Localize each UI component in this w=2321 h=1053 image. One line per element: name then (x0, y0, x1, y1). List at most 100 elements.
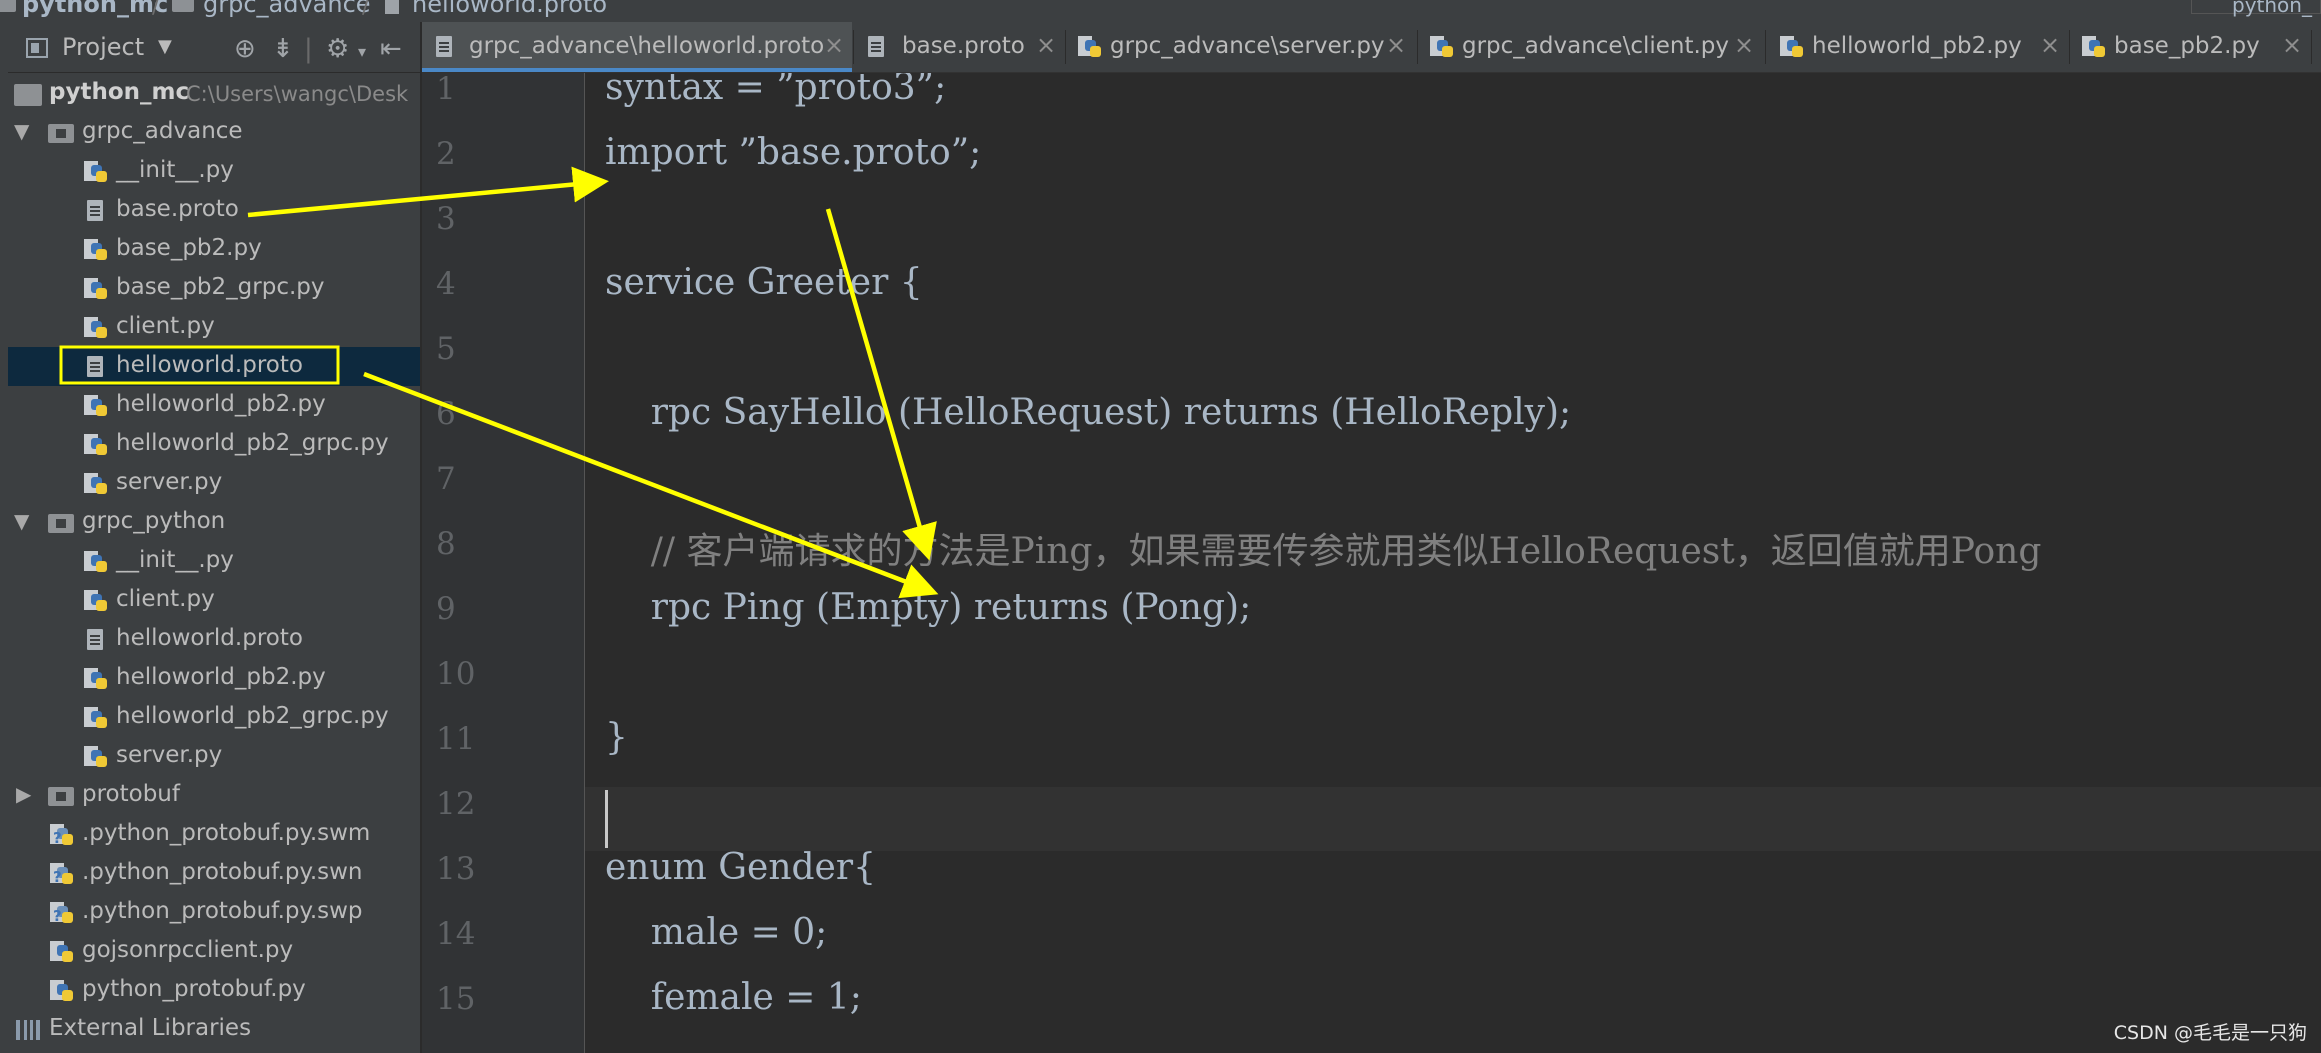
code-line[interactable]: female = 1; (605, 977, 862, 1018)
tree-item-label: base.proto (116, 196, 239, 222)
python-file-icon (1078, 36, 1102, 58)
project-icon (26, 38, 48, 58)
chevron-down-icon[interactable]: ▾ (358, 42, 366, 61)
line-number: 6 (436, 396, 456, 432)
unknown-python-file-icon: ? (50, 902, 74, 925)
tree-row-file[interactable]: __init__.py (8, 152, 420, 191)
tree-row-file[interactable]: base_pb2.py (8, 230, 420, 269)
line-number: 2 (436, 136, 456, 172)
close-icon[interactable]: × (2282, 31, 2302, 59)
breadcrumb-item[interactable]: python_mc (22, 0, 168, 18)
chevron-down-icon[interactable]: ▼ (14, 509, 29, 533)
tab-label: base_pb2.py (2114, 33, 2260, 59)
close-icon[interactable]: × (1734, 31, 1754, 59)
code-line[interactable]: enum Gender{ (605, 847, 876, 888)
tree-row-file[interactable]: client.py (8, 308, 420, 347)
python-file-icon (1780, 36, 1804, 58)
tree-row-external-libraries[interactable]: External Libraries (8, 1010, 420, 1049)
gear-icon[interactable]: ⚙ (326, 34, 349, 64)
line-number: 13 (436, 851, 476, 887)
tree-row-file[interactable]: helloworld_pb2_grpc.py (8, 698, 420, 737)
tab-base-pb2-py[interactable]: base_pb2.py × (2070, 22, 2310, 72)
tab-helloworld-proto[interactable]: grpc_advance\helloworld.proto × (422, 22, 852, 72)
line-number: 9 (436, 591, 456, 627)
project-panel-header: Project ▼ ⊕ ⇟ | ⚙ ▾ ⇤ (8, 22, 420, 73)
tree-row-file[interactable]: ? .python_protobuf.py.swp (8, 893, 420, 932)
tree-row-file[interactable]: __init__.py (8, 542, 420, 581)
breadcrumb-separator: / (152, 0, 160, 19)
code-line[interactable]: male = 0; (605, 912, 828, 953)
tree-item-label: __init__.py (116, 547, 234, 573)
tree-row-project-root[interactable]: python_mc C:\Users\wangc\Desk (8, 74, 420, 113)
line-number: 4 (436, 266, 456, 302)
code-line[interactable]: import ”base.proto”; (605, 132, 981, 173)
tree-row-file[interactable]: ? .python_protobuf.py.swm (8, 815, 420, 854)
code-line[interactable]: rpc Ping (Empty) returns (Pong); (605, 587, 1251, 628)
code-line[interactable]: } (605, 717, 628, 758)
close-icon[interactable]: × (1386, 31, 1406, 59)
breadcrumb-item[interactable]: grpc_advance (203, 0, 371, 18)
python-file-icon (1430, 36, 1454, 58)
close-icon[interactable]: × (1036, 31, 1056, 59)
code-line[interactable]: rpc SayHello (HelloRequest) returns (Hel… (605, 392, 1571, 433)
close-icon[interactable]: × (2040, 31, 2060, 59)
tab-server-py[interactable]: grpc_advance\server.py × (1066, 22, 1416, 72)
tab-base-proto[interactable]: base.proto × (854, 22, 1064, 72)
tree-row-file[interactable]: server.py (8, 464, 420, 503)
tree-row-file[interactable]: helloworld_pb2.py (8, 386, 420, 425)
tree-item-label: .python_protobuf.py.swm (82, 820, 371, 846)
code-line[interactable]: service Greeter { (605, 262, 923, 303)
tree-item-label: __init__.py (116, 157, 234, 183)
code-line[interactable]: syntax = ”proto3”; (605, 73, 946, 108)
proto-file-icon (868, 36, 884, 57)
package-folder-icon (48, 124, 74, 143)
tree-row-file[interactable]: server.py (8, 737, 420, 776)
line-number: 3 (436, 201, 456, 237)
tree-item-label: client.py (116, 313, 215, 339)
tree-row-file[interactable]: base_pb2_grpc.py (8, 269, 420, 308)
close-icon[interactable]: × (824, 31, 844, 59)
tree-row-file[interactable]: ? .python_protobuf.py.swn (8, 854, 420, 893)
tree-item-label: client.py (116, 586, 215, 612)
chevron-down-icon[interactable]: ▼ (14, 119, 29, 143)
tree-item-label: helloworld_pb2_grpc.py (116, 430, 389, 456)
tree-row-file[interactable]: helloworld_pb2.py (8, 659, 420, 698)
library-icon (16, 1020, 40, 1040)
watermark: CSDN @毛毛是一只狗 (2113, 1022, 2307, 1044)
project-path: C:\Users\wangc\Desk (186, 82, 409, 106)
tree-row-folder[interactable]: ▼ grpc_python (8, 503, 420, 542)
breadcrumb-item[interactable]: helloworld.proto (412, 0, 607, 18)
tree-row-file[interactable]: gojsonrpcclient.py (8, 932, 420, 971)
chevron-down-icon[interactable]: ▼ (158, 36, 172, 57)
python-file-icon (84, 434, 108, 456)
tree-row-folder-collapsed[interactable]: ▶ protobuf (8, 776, 420, 815)
run-configuration-selector[interactable]: python_ (2191, 0, 2321, 17)
tree-item-label: External Libraries (49, 1015, 252, 1041)
collapse-all-icon[interactable]: ⇟ (272, 34, 294, 64)
project-view-selector[interactable]: Project (62, 33, 144, 61)
tab-label: helloworld_pb2.py (1812, 33, 2022, 59)
python-file-icon (84, 317, 108, 339)
tree-row-file[interactable]: helloworld.proto (8, 620, 420, 659)
python-file-icon (84, 746, 108, 768)
tab-helloworld-pb2-py[interactable]: helloworld_pb2.py × (1766, 22, 2068, 72)
chevron-right-icon[interactable]: ▶ (16, 782, 31, 806)
tree-item-label: grpc_advance (82, 118, 243, 144)
proto-file-icon (436, 36, 452, 57)
code-comment-line[interactable]: // 客户端请求的方法是Ping，如果需要传参就用类似HelloRequest，… (605, 522, 2042, 574)
tree-row-file-selected[interactable]: helloworld.proto (8, 347, 420, 386)
hide-panel-icon[interactable]: ⇤ (380, 34, 402, 64)
tab-client-py[interactable]: grpc_advance\client.py × (1418, 22, 1764, 72)
tree-row-file[interactable]: client.py (8, 581, 420, 620)
folder-icon (0, 0, 16, 12)
tree-row-file[interactable]: python_protobuf.py (8, 971, 420, 1010)
tab-divider (2311, 30, 2312, 64)
editor-tab-bar: grpc_advance\helloworld.proto × base.pro… (422, 22, 2321, 73)
tree-row-file[interactable]: base.proto (8, 191, 420, 230)
locate-file-icon[interactable]: ⊕ (234, 34, 256, 64)
tree-row-file[interactable]: helloworld_pb2_grpc.py (8, 425, 420, 464)
code-editor[interactable]: syntax = ”proto3”; import ”base.proto”; … (585, 73, 2321, 1053)
python-file-icon (84, 707, 108, 729)
tree-row-folder[interactable]: ▼ grpc_advance (8, 113, 420, 152)
tree-item-label: server.py (116, 742, 223, 768)
